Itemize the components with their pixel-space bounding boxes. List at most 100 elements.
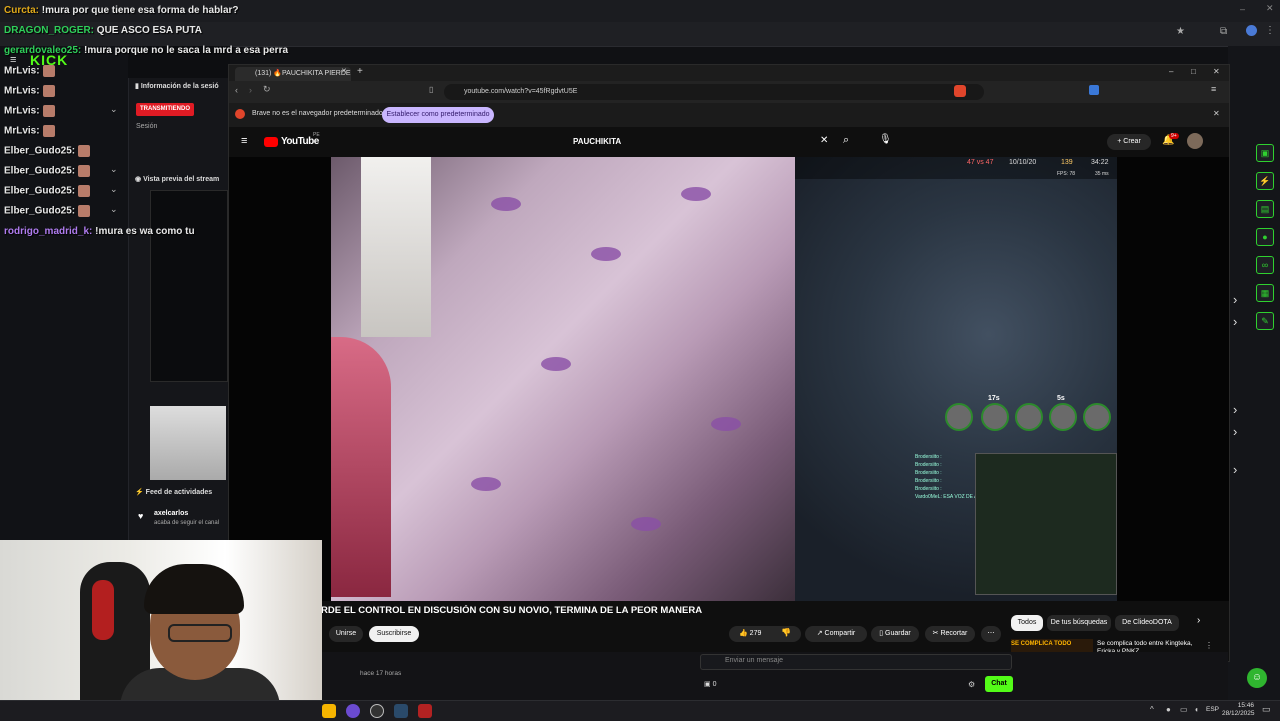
account-avatar[interactable] xyxy=(1187,133,1203,149)
menu-dots-icon[interactable]: ⋮ xyxy=(1265,25,1275,36)
notice-close-icon[interactable]: ✕ xyxy=(1213,109,1220,118)
share-button[interactable]: ↗ Compartir xyxy=(805,626,867,642)
chevron-down-icon[interactable]: ⌄ xyxy=(110,184,118,195)
language[interactable]: ESP xyxy=(1206,706,1219,713)
chevron-right-icon[interactable]: › xyxy=(1233,424,1237,439)
emote-icon xyxy=(42,65,55,77)
video-player[interactable]: 47 vs 47 10/10/20 139 34:22 FPS: 78 35 m… xyxy=(229,157,1229,687)
obs-icon[interactable] xyxy=(370,704,384,718)
game-chat-line: Vardo0MeL: ESA VOZ DE AMANERADO xyxy=(915,494,1007,500)
new-tab-icon[interactable]: + xyxy=(357,66,363,77)
chat-bubble-icon[interactable]: ● xyxy=(1256,228,1274,246)
chevron-right-icon[interactable]: › xyxy=(1233,402,1237,417)
url-field[interactable]: youtube.com/watch?v=45fRgdvtU5E xyxy=(444,84,984,100)
bookmark-icon[interactable]: ▯ xyxy=(429,85,433,94)
grid-icon[interactable]: ▦ xyxy=(1256,284,1274,302)
window-minimize-icon[interactable]: – xyxy=(1240,4,1245,14)
mic-tray-icon[interactable]: ● xyxy=(1166,705,1171,714)
forward-icon[interactable]: › xyxy=(249,85,252,95)
set-default-button[interactable]: Establecer como predeterminado xyxy=(382,107,494,123)
wrench-icon[interactable]: ✎ xyxy=(1256,312,1274,330)
chevron-right-icon[interactable]: › xyxy=(1233,292,1237,307)
chat-settings-icon[interactable]: ⚙ xyxy=(968,680,975,689)
champ-portrait xyxy=(1049,403,1077,431)
window-close-icon[interactable]: ✕ xyxy=(1266,3,1274,14)
back-icon[interactable]: ‹ xyxy=(235,85,238,95)
extensions-icon[interactable]: ⧉ xyxy=(1220,26,1227,37)
notice-text: Brave no es el navegador predeterminado xyxy=(252,110,383,117)
chevron-right-icon[interactable]: › xyxy=(1233,314,1237,329)
youtube-logo-icon[interactable] xyxy=(264,137,278,147)
chat-text: QUE ASCO ESA PUTA xyxy=(96,25,202,36)
network-icon[interactable]: ▭ xyxy=(1180,705,1188,714)
save-button[interactable]: ▯ Guardar xyxy=(871,626,919,642)
inner-tab[interactable]: (131) 🔥PAUCHIKITA PIERDE E xyxy=(235,67,351,81)
chevron-down-icon[interactable]: ⌄ xyxy=(110,164,118,175)
next-video-menu-icon[interactable]: ⋮ xyxy=(1205,641,1213,650)
chat-user: MrLvis: xyxy=(4,85,40,97)
notification-center-icon[interactable]: ▭ xyxy=(1262,704,1271,715)
activity-title-label: Feed de actividades xyxy=(145,489,213,496)
more-actions-icon[interactable]: ⋯ xyxy=(981,626,1001,642)
profile-avatar[interactable] xyxy=(1246,25,1257,36)
pattern-mark xyxy=(471,477,501,491)
chip-all[interactable]: Todos xyxy=(1011,615,1043,631)
yt-search-input[interactable]: PAUCHIKITA xyxy=(563,132,833,152)
app-icon[interactable] xyxy=(346,704,360,718)
extension-icon[interactable] xyxy=(1089,85,1099,95)
support-chat-icon[interactable]: ☺ xyxy=(1247,668,1267,688)
champ-portrait xyxy=(981,403,1009,431)
chat-user: Elber_Gudo25: xyxy=(4,185,76,197)
tool-icon-2[interactable]: ⚡ xyxy=(1256,172,1274,190)
bookmark-star-icon[interactable]: ★ xyxy=(1176,26,1185,37)
chat-send-button[interactable]: Chat xyxy=(985,676,1013,692)
inner-menu-icon[interactable]: ≡ xyxy=(1211,84,1216,94)
volume-icon[interactable]: ◖ xyxy=(1194,705,1199,714)
chevron-down-icon[interactable]: ⌄ xyxy=(110,204,118,215)
session-label: Sesión xyxy=(136,123,158,130)
chevron-right-icon[interactable]: › xyxy=(1233,462,1237,477)
search-icon[interactable]: ⌕ xyxy=(843,134,849,147)
chevron-down-icon[interactable]: ⌄ xyxy=(110,104,118,115)
inner-close-icon[interactable]: ✕ xyxy=(1213,67,1220,76)
subscribe-button[interactable]: Suscribirse xyxy=(369,626,419,642)
dislike-icon[interactable]: 👎 xyxy=(781,628,791,637)
chat-message: Elber_Gudo25: xyxy=(4,205,91,217)
chat-text: !mura porque no le saca la mrd a esa per… xyxy=(84,45,289,56)
inner-maximize-icon[interactable]: □ xyxy=(1191,67,1196,76)
clock[interactable]: 15:46 28/12/2025 xyxy=(1222,702,1255,718)
game-chat-line: Brodersiito : xyxy=(915,454,942,460)
chip-channel[interactable]: De ClideoDOTA xyxy=(1115,615,1179,631)
tab-close-icon[interactable]: ✕ xyxy=(341,67,347,75)
reload-icon[interactable]: ↻ xyxy=(263,84,271,95)
activity-user[interactable]: axelcarlos xyxy=(154,510,188,517)
preview-title: ◉ Vista previa del stream xyxy=(135,175,219,183)
tray-chevron-icon[interactable]: ^ xyxy=(1150,705,1154,714)
chat-user: MrLvis: xyxy=(4,65,40,77)
clear-search-icon[interactable]: ✕ xyxy=(820,135,828,146)
youtube-header: ≡ YouTube PE PAUCHIKITA ✕ ⌕ 🎙 + Crear 🔔 … xyxy=(229,127,1229,157)
mic-icon[interactable]: 🎙 xyxy=(879,134,892,145)
steam-icon[interactable] xyxy=(394,704,408,718)
join-button[interactable]: Unirse xyxy=(329,626,363,642)
file-explorer-icon[interactable] xyxy=(322,704,336,718)
clip-button[interactable]: ✂ Recortar xyxy=(925,626,975,642)
pattern-mark xyxy=(711,417,741,431)
link-icon[interactable]: ∞ xyxy=(1256,256,1274,274)
inner-minimize-icon[interactable]: – xyxy=(1169,67,1173,76)
create-button[interactable]: + Crear xyxy=(1107,134,1151,150)
streamer-glasses xyxy=(168,624,232,642)
game-timer: 17s xyxy=(988,395,1000,402)
game-chat-line: Brodersiito : xyxy=(915,470,942,476)
chips-next-icon[interactable]: › xyxy=(1197,615,1200,626)
app-red-icon[interactable] xyxy=(418,704,432,718)
tool-icon-1[interactable]: ▣ xyxy=(1256,144,1274,162)
preview-title-label: Vista previa del stream xyxy=(143,176,220,183)
brave-shield-icon[interactable] xyxy=(954,85,966,97)
tool-icon-3[interactable]: ▤ xyxy=(1256,200,1274,218)
chat-input[interactable]: Enviar un mensaje xyxy=(700,654,1012,670)
yt-menu-icon[interactable]: ≡ xyxy=(241,135,247,147)
activity-icon: ⚡ xyxy=(135,489,144,496)
chip-searches[interactable]: De tus búsquedas xyxy=(1047,615,1111,631)
time-ago: hace 17 horas xyxy=(360,670,402,677)
